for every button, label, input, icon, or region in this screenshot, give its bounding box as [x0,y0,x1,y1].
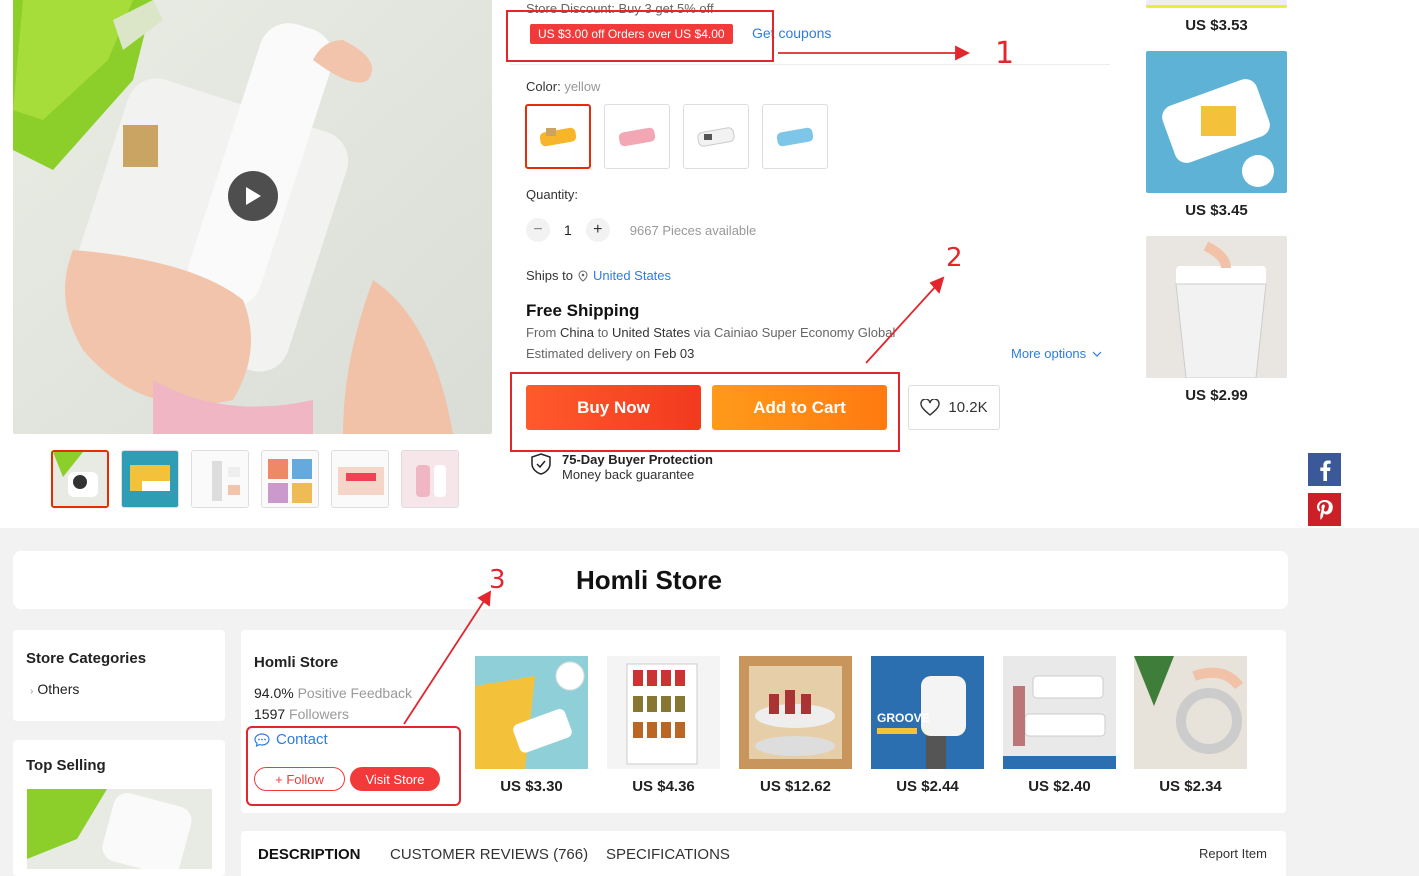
annotation-arrows [403,45,971,725]
annotation-number-1: 1 [995,36,1015,71]
annotation-number-2: 2 [946,243,963,273]
annotation-number-3: 3 [489,565,506,595]
